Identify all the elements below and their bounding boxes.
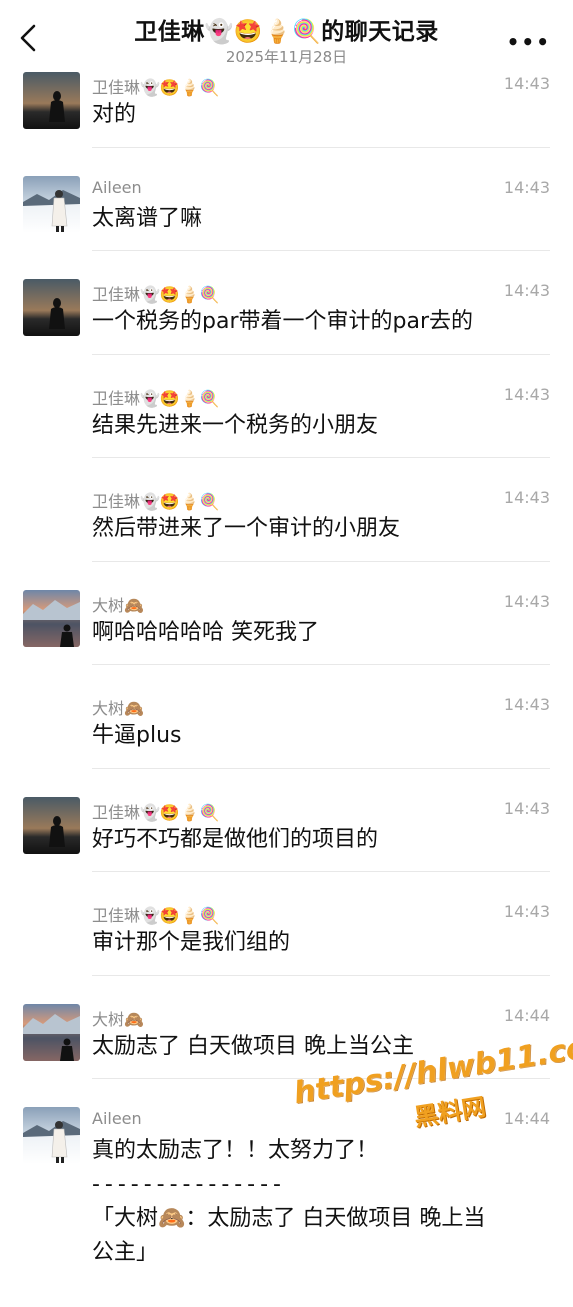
sender-name: 大树🙈 (92, 1009, 144, 1029)
sender-name: 卫佳琳👻🤩🍦🍭 (92, 906, 220, 925)
message-item[interactable]: 卫佳琳👻🤩🍦🍭 14:43 然后带进来了一个审计的小朋友 (0, 486, 573, 590)
avatar[interactable] (23, 279, 80, 336)
message-item[interactable]: 大树🙈 14:43 啊哈哈哈哈哈 笑死我了 (0, 589, 573, 694)
message-text: 一个税务的par带着一个审计的par去的 (92, 309, 473, 334)
divider (92, 146, 550, 148)
message-text: 真的太励志了！！太努力了！ - - - - - - - - - - - - - -… (92, 1134, 542, 1270)
message-text: 太励志了 白天做项目 晚上当公主 (92, 1033, 414, 1059)
message-item[interactable]: 大树🙈 14:43 牛逼plus (0, 693, 573, 797)
sender-name: Aileen (92, 1109, 142, 1128)
message-item[interactable]: Aileen 14:43 太离谱了嘛 (0, 175, 573, 280)
message-item[interactable]: 卫佳琳👻🤩🍦🍭 14:43 一个税务的par带着一个审计的par去的 (0, 279, 573, 383)
divider (92, 353, 550, 355)
divider (92, 871, 550, 872)
message-time: 14:43 (503, 74, 550, 93)
message-time: 14:43 (503, 384, 550, 404)
quoted-message: 「大树🙈：太励志了 白天做项目 晚上当 (92, 1206, 486, 1231)
message-time: 14:43 (503, 177, 550, 197)
sender-name: 大树🙈 (92, 595, 144, 615)
message-text: 太离谱了嘛 (92, 205, 203, 231)
message-text: 审计那个是我们组的 (92, 930, 291, 955)
sender-name: 卫佳琳👻🤩🍦🍭 (92, 388, 220, 408)
avatar[interactable] (23, 1003, 80, 1061)
more-options-icon[interactable]: ••• (507, 30, 551, 54)
message-time: 14:43 (503, 591, 550, 611)
message-item[interactable]: Aileen 14:44 真的太励志了！！太努力了！ - - - - - - - - … (0, 1107, 573, 1307)
sender-name: 卫佳琳👻🤩🍦🍭 (92, 802, 220, 822)
message-item[interactable]: 卫佳琳👻🤩🍦🍭 14:43 结果先进来一个税务的小朋友 (0, 383, 573, 487)
sender-name: 大树🙈 (92, 699, 144, 718)
header: 卫佳琳👻🤩🍦🍭的聊天记录 2025年11月28日 ••• (0, 0, 573, 72)
page-title: 卫佳琳👻🤩🍦🍭的聊天记录 (134, 19, 439, 45)
divider (92, 974, 550, 976)
avatar[interactable] (23, 175, 80, 233)
divider (92, 767, 550, 769)
avatar[interactable] (23, 1107, 80, 1164)
avatar[interactable] (23, 72, 80, 129)
message-text: 然后带进来了一个审计的小朋友 (92, 516, 401, 541)
message-time: 14:43 (503, 488, 550, 507)
message-text: 结果先进来一个税务的小朋友 (92, 412, 379, 438)
message-text: 对的 (92, 102, 137, 127)
divider (92, 560, 550, 562)
message-time: 14:43 (503, 695, 550, 714)
message-item[interactable]: 卫佳琳👻🤩🍦🍭 14:43 审计那个是我们组的 (0, 900, 573, 1004)
sender-name: 卫佳琳👻🤩🍦🍭 (92, 492, 220, 511)
avatar[interactable] (23, 589, 80, 647)
message-item[interactable]: 卫佳琳👻🤩🍦🍭 14:43 对的 (0, 72, 573, 176)
divider (92, 250, 550, 251)
message-item[interactable]: 卫佳琳👻🤩🍦🍭 14:43 好巧不巧都是做他们的项目的 (0, 796, 573, 901)
message-time: 14:43 (503, 798, 550, 818)
sender-name: 卫佳琳👻🤩🍦🍭 (92, 285, 220, 304)
message-text: 啊哈哈哈哈哈 笑死我了 (92, 619, 319, 645)
sender-name: 卫佳琳👻🤩🍦🍭 (92, 78, 220, 97)
avatar[interactable] (23, 796, 80, 854)
divider (92, 664, 550, 665)
message-text: 好巧不巧都是做他们的项目的 (92, 826, 379, 852)
message-text: 牛逼plus (92, 723, 182, 748)
quoted-message-end: 公主」 (92, 1240, 159, 1265)
quote-separator: - - - - - - - - - - - - - - - (92, 1172, 281, 1197)
message-time: 14:43 (503, 902, 550, 921)
sender-name: Aileen (92, 177, 142, 197)
message-time: 14:43 (503, 281, 550, 300)
chat-date: 2025年11月28日 (225, 48, 348, 66)
divider (92, 457, 550, 458)
message-time: 14:44 (503, 1005, 550, 1025)
watermark-site: 黑料网 (412, 1092, 488, 1132)
